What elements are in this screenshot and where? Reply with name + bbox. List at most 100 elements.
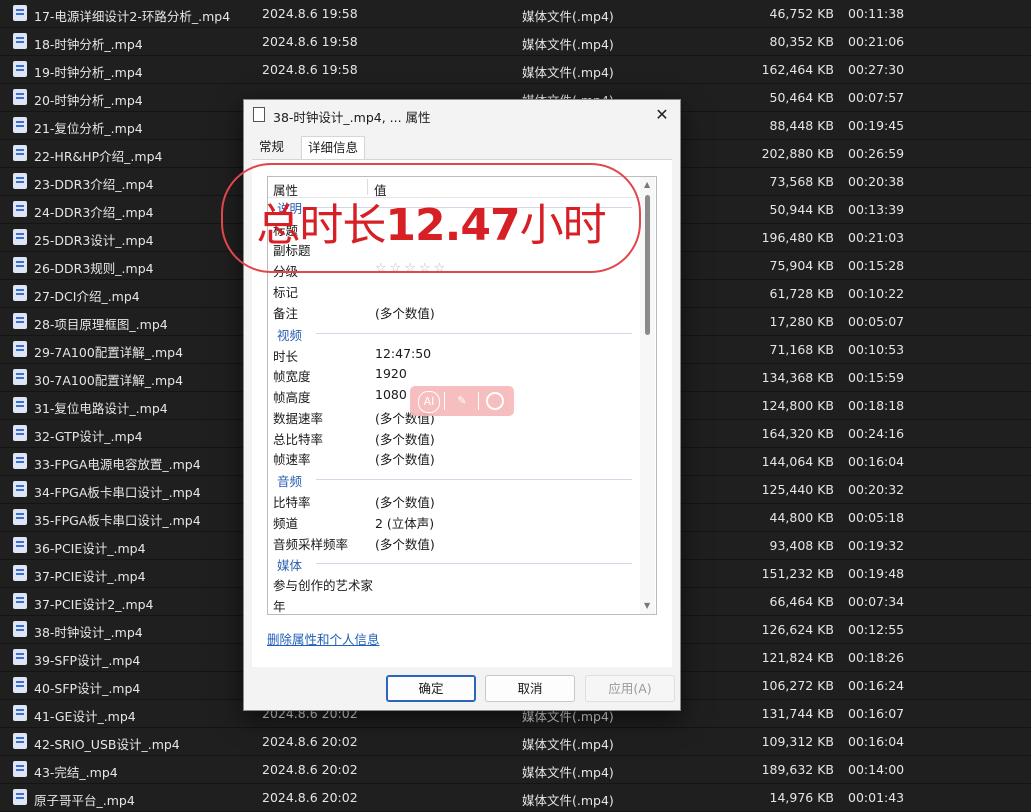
file-row[interactable]: 42-SRIO_USB设计_.mp4 2024.8.6 20:02 媒体文件(.mp… <box>0 728 1031 756</box>
document-icon <box>253 107 265 122</box>
file-size: 189,632 KB <box>761 762 834 777</box>
search-icon[interactable] <box>486 392 504 410</box>
close-icon[interactable]: ✕ <box>650 104 674 126</box>
file-size: 50,464 KB <box>769 90 834 105</box>
file-icon <box>13 509 27 525</box>
apply-button[interactable]: 应用(A) <box>585 675 675 702</box>
cancel-button[interactable]: 取消 <box>485 675 575 702</box>
file-size: 131,744 KB <box>761 706 834 721</box>
prop-bitrate[interactable]: 比特率 <box>273 492 311 512</box>
file-name: 22-HR&HP介绍_.mp4 <box>34 149 163 164</box>
file-name: 37-PCIE设计2_.mp4 <box>34 597 154 612</box>
file-icon <box>13 5 27 21</box>
file-row[interactable]: 43-完结_.mp4 2024.8.6 20:02 媒体文件(.mp4) 189,63… <box>0 756 1031 784</box>
scrollbar-thumb[interactable] <box>645 195 650 335</box>
file-date: 2024.8.6 20:02 <box>262 734 358 749</box>
dialog-titlebar[interactable]: 38-时钟设计_.mp4, ... 属性 ✕ <box>244 100 680 130</box>
file-duration: 00:07:57 <box>848 90 905 105</box>
file-name: 25-DDR3设计_.mp4 <box>34 233 154 248</box>
file-icon <box>13 705 27 721</box>
file-name: 27-DCI介绍_.mp4 <box>34 289 140 304</box>
ai-icon[interactable]: AI <box>418 391 440 413</box>
toolbar-divider <box>478 392 479 410</box>
file-name: 33-FPGA电源电容放置_.mp4 <box>34 457 201 472</box>
prop-tags[interactable]: 标记 <box>273 282 298 302</box>
file-icon <box>13 229 27 245</box>
file-type: 媒体文件(.mp4) <box>522 765 614 780</box>
prop-total-bitrate[interactable]: 总比特率 <box>273 429 323 449</box>
file-type: 媒体文件(.mp4) <box>522 9 614 24</box>
file-row[interactable]: 19-时钟分析_.mp4 2024.8.6 19:58 媒体文件(.mp4) 162,… <box>0 56 1031 84</box>
file-type: 媒体文件(.mp4) <box>522 793 614 808</box>
prop-frame-height[interactable]: 帧高度 <box>273 387 311 407</box>
file-icon <box>13 565 27 581</box>
file-size: 50,944 KB <box>769 202 834 217</box>
file-duration: 00:16:04 <box>848 734 905 749</box>
file-row[interactable]: 原子哥平台_.mp4 2024.8.6 20:02 媒体文件(.mp4) 14,976… <box>0 784 1031 812</box>
prop-data-rate[interactable]: 数据速率 <box>273 408 323 428</box>
file-icon <box>13 621 27 637</box>
file-size: 162,464 KB <box>761 62 834 77</box>
file-size: 164,320 KB <box>761 426 834 441</box>
file-name: 39-SFP设计_.mp4 <box>34 653 141 668</box>
annotation-text: 总时长12.47小时 <box>223 189 639 253</box>
value-frame-rate: (多个数值) <box>375 452 435 467</box>
prop-year[interactable]: 年 <box>273 596 286 614</box>
remove-properties-link[interactable]: 删除属性和个人信息 <box>267 629 380 648</box>
annotation-number: 12.47 <box>385 200 520 251</box>
file-duration: 00:18:26 <box>848 650 905 665</box>
file-name: 28-项目原理框图_.mp4 <box>34 317 168 332</box>
file-duration: 00:20:32 <box>848 482 905 497</box>
annotation-suffix: 小时 <box>519 200 607 251</box>
file-duration: 00:19:32 <box>848 538 905 553</box>
ai-floating-toolbar: AI ✎ <box>410 386 514 416</box>
prop-channels[interactable]: 频道 <box>273 513 298 533</box>
prop-contributing-artists[interactable]: 参与创作的艺术家 <box>273 575 373 595</box>
magic-wand-icon[interactable]: ✎ <box>452 391 472 411</box>
prop-length[interactable]: 时长 <box>273 346 298 366</box>
file-duration: 00:20:38 <box>848 174 905 189</box>
file-icon <box>13 33 27 49</box>
file-icon <box>13 369 27 385</box>
file-name: 35-FPGA板卡串口设计_.mp4 <box>34 513 201 528</box>
file-icon <box>13 593 27 609</box>
file-duration: 00:16:04 <box>848 454 905 469</box>
file-name: 21-复位分析_.mp4 <box>34 121 143 136</box>
file-row[interactable]: 17-电源详细设计2-环路分析_.mp4 2024.8.6 19:58 媒体文件(.… <box>0 0 1031 28</box>
annotation-callout: 总时长12.47小时 <box>221 163 641 273</box>
file-type: 媒体文件(.mp4) <box>522 737 614 752</box>
file-duration: 00:15:59 <box>848 370 905 385</box>
file-size: 71,168 KB <box>769 342 834 357</box>
file-icon <box>13 89 27 105</box>
file-name: 24-DDR3介绍_.mp4 <box>34 205 154 220</box>
prop-comments[interactable]: 备注 <box>273 303 298 323</box>
file-size: 66,464 KB <box>769 594 834 609</box>
file-name: 36-PCIE设计_.mp4 <box>34 541 146 556</box>
tab-details[interactable]: 详细信息 <box>301 136 366 159</box>
file-date: 2024.8.6 19:58 <box>262 6 358 21</box>
value-frame-height: 1080 <box>375 387 407 402</box>
file-icon <box>13 173 27 189</box>
file-icon <box>13 733 27 749</box>
scroll-down-icon[interactable]: ▼ <box>644 601 650 610</box>
group-media: 媒体 <box>277 558 303 573</box>
vertical-scrollbar[interactable]: ▲ ▼ <box>640 177 655 614</box>
tab-general[interactable]: 常规 <box>253 136 290 158</box>
file-icon <box>13 677 27 693</box>
prop-frame-rate[interactable]: 帧速率 <box>273 449 311 469</box>
scroll-up-icon[interactable]: ▲ <box>644 180 650 189</box>
value-length: 12:47:50 <box>375 346 432 361</box>
file-size: 93,408 KB <box>769 538 834 553</box>
file-name: 18-时钟分析_.mp4 <box>34 37 143 52</box>
value-total-bitrate: (多个数值) <box>375 432 435 447</box>
prop-frame-width[interactable]: 帧宽度 <box>273 366 311 386</box>
file-duration: 00:01:43 <box>848 790 905 805</box>
file-row[interactable]: 18-时钟分析_.mp4 2024.8.6 19:58 媒体文件(.mp4) 80,3… <box>0 28 1031 56</box>
file-size: 151,232 KB <box>761 566 834 581</box>
file-icon <box>13 481 27 497</box>
prop-sample-rate[interactable]: 音频采样频率 <box>273 534 348 554</box>
file-duration: 00:19:48 <box>848 566 905 581</box>
file-icon <box>13 285 27 301</box>
file-size: 126,624 KB <box>761 622 834 637</box>
ok-button[interactable]: 确定 <box>386 675 476 702</box>
